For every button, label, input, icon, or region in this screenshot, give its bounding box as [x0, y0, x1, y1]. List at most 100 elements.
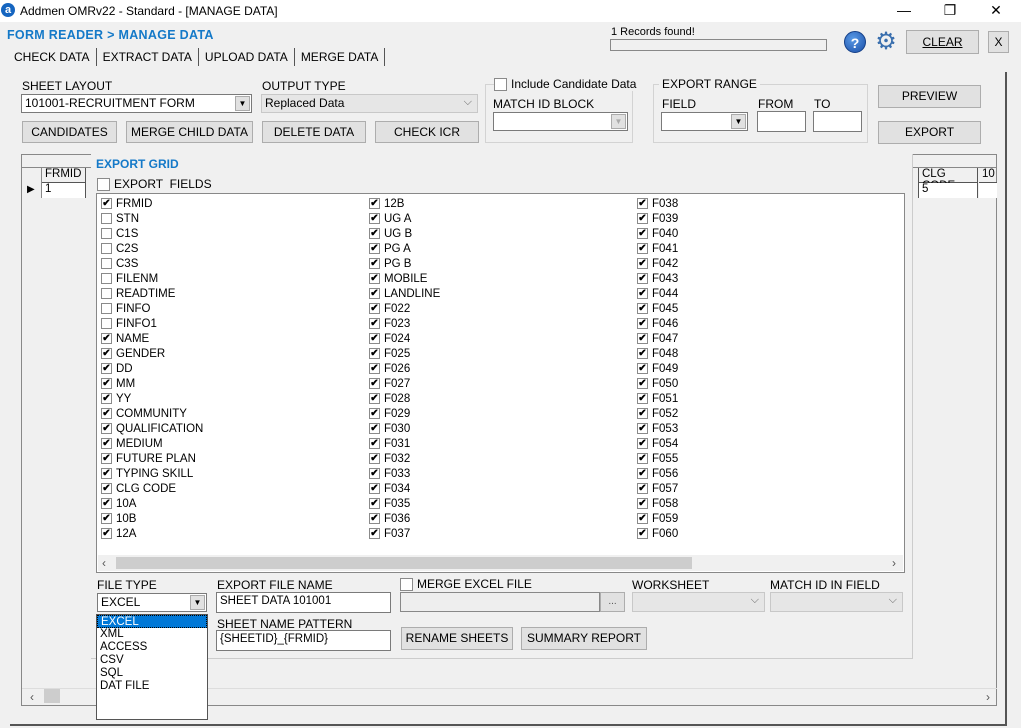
preview-button[interactable]: PREVIEW — [878, 85, 981, 108]
export-field-item[interactable]: ✔ F037 — [369, 526, 410, 541]
clear-button[interactable]: CLEAR — [906, 30, 979, 54]
field-list-scroll-thumb[interactable] — [116, 557, 692, 569]
export-field-item[interactable]: ✔ PG A — [369, 241, 411, 256]
grid-col-clg-code[interactable]: CLG CODE — [918, 168, 978, 192]
export-field-item[interactable]: ✔ COMMUNITY — [101, 406, 187, 421]
file-type-option[interactable]: DAT FILE — [97, 680, 207, 693]
sheet-layout-select[interactable]: 101001-RECRUITMENT FORM ▼ — [21, 94, 252, 113]
export-field-item[interactable]: ✔ F024 — [369, 331, 410, 346]
export-field-item[interactable]: ✔ F046 — [637, 316, 678, 331]
export-field-item[interactable]: ✔ F036 — [369, 511, 410, 526]
export-button[interactable]: EXPORT — [878, 121, 981, 144]
check-icr-button[interactable]: CHECK ICR — [375, 121, 479, 143]
grid-col-10[interactable]: 10 — [979, 168, 997, 183]
grid-cell-frmid[interactable]: 1 — [42, 183, 86, 198]
export-field-item[interactable]: ✔ F030 — [369, 421, 410, 436]
export-field-item[interactable]: ✔ F023 — [369, 316, 410, 331]
export-field-item[interactable]: ✔ 12A — [101, 526, 136, 541]
export-field-item[interactable]: ✔ F044 — [637, 286, 678, 301]
scroll-left-icon[interactable]: ‹ — [102, 556, 106, 570]
export-field-item[interactable]: ✔ F058 — [637, 496, 678, 511]
export-field-item[interactable]: ✔ MEDIUM — [101, 436, 163, 451]
browse-button[interactable]: ... — [600, 592, 625, 612]
export-field-item[interactable]: ✔ UG A — [369, 211, 411, 226]
export-field-item[interactable]: ✔ F027 — [369, 376, 410, 391]
tab-merge-data[interactable]: MERGE DATA — [295, 48, 386, 66]
restore-button[interactable]: ❐ — [927, 0, 973, 22]
export-field-item[interactable]: ✔ F056 — [637, 466, 678, 481]
export-field-item[interactable]: ✔ F048 — [637, 346, 678, 361]
scroll-right-icon[interactable]: › — [892, 556, 896, 570]
export-field-list[interactable]: ✔ FRMID STN C1S C2S C3S FILENM READTIME FINFO FIN… — [96, 193, 905, 573]
export-field-item[interactable]: ✔ 10B — [101, 511, 136, 526]
export-field-item[interactable]: ✔ CLG CODE — [101, 481, 176, 496]
range-field-select[interactable]: ▼ — [661, 112, 748, 131]
export-field-item[interactable]: ✔ F059 — [637, 511, 678, 526]
export-field-item[interactable]: ✔ F051 — [637, 391, 678, 406]
output-type-select[interactable]: Replaced Data ⌵ — [261, 94, 478, 113]
export-field-item[interactable]: C1S — [101, 226, 138, 241]
export-field-item[interactable]: ✔ F039 — [637, 211, 678, 226]
export-field-item[interactable]: ✔ F057 — [637, 481, 678, 496]
minimize-button[interactable]: — — [881, 0, 927, 22]
export-field-item[interactable]: ✔ F060 — [637, 526, 678, 541]
export-field-item[interactable]: ✔ F050 — [637, 376, 678, 391]
match-id-block-select[interactable]: ▼ — [493, 112, 628, 131]
export-field-item[interactable]: ✔ F045 — [637, 301, 678, 316]
file-type-option[interactable]: EXCEL — [97, 615, 207, 628]
export-field-item[interactable]: ✔ FUTURE PLAN — [101, 451, 196, 466]
merge-excel-checkbox[interactable]: MERGE EXCEL FILE — [400, 577, 532, 591]
range-from-input[interactable] — [757, 111, 806, 132]
export-field-item[interactable]: ✔ F034 — [369, 481, 410, 496]
export-field-item[interactable]: ✔ MOBILE — [369, 271, 427, 286]
export-field-item[interactable]: ✔ F038 — [637, 196, 678, 211]
export-field-item[interactable]: ✔ F026 — [369, 361, 410, 376]
scroll-right-icon[interactable]: › — [986, 690, 990, 704]
file-type-option[interactable]: ACCESS — [97, 641, 207, 654]
export-file-name-input[interactable]: SHEET DATA 101001 — [216, 592, 391, 613]
rename-sheets-button[interactable]: RENAME SHEETS — [401, 627, 513, 650]
export-field-item[interactable]: STN — [101, 211, 139, 226]
export-field-item[interactable]: ✔ F040 — [637, 226, 678, 241]
close-panel-button[interactable]: X — [988, 31, 1009, 53]
export-field-item[interactable]: ✔ FRMID — [101, 196, 152, 211]
export-field-item[interactable]: ✔ NAME — [101, 331, 149, 346]
sheet-name-pattern-input[interactable]: {SHEETID}_{FRMID} — [216, 630, 391, 651]
export-field-item[interactable]: ✔ F031 — [369, 436, 410, 451]
export-field-item[interactable]: ✔ GENDER — [101, 346, 165, 361]
export-field-item[interactable]: ✔ TYPING SKILL — [101, 466, 193, 481]
export-field-item[interactable]: ✔ MM — [101, 376, 135, 391]
export-field-item[interactable]: ✔ QUALIFICATION — [101, 421, 203, 436]
include-candidate-checkbox[interactable]: Include Candidate Data — [494, 77, 640, 91]
file-type-option[interactable]: SQL — [97, 667, 207, 680]
export-field-item[interactable]: ✔ F035 — [369, 496, 410, 511]
match-id-field-select[interactable]: ⌵ — [770, 592, 903, 612]
export-field-item[interactable]: ✔ F033 — [369, 466, 410, 481]
export-field-item[interactable]: FINFO1 — [101, 316, 157, 331]
export-fields-checkbox[interactable]: EXPORT FIELDS — [97, 177, 212, 191]
export-field-item[interactable]: FILENM — [101, 271, 158, 286]
grid-col-frmid[interactable]: FRMID — [42, 168, 86, 183]
grid-cell-10[interactable] — [979, 183, 997, 198]
export-field-item[interactable]: ✔ UG B — [369, 226, 412, 241]
grid-scroll-thumb[interactable] — [44, 689, 60, 703]
file-type-option[interactable]: CSV — [97, 654, 207, 667]
export-field-item[interactable]: ✔ PG B — [369, 256, 411, 271]
export-field-item[interactable]: ✔ F041 — [637, 241, 678, 256]
range-to-input[interactable] — [813, 111, 862, 132]
gear-icon[interactable]: ⚙ — [873, 29, 899, 55]
export-field-item[interactable]: ✔ F049 — [637, 361, 678, 376]
candidates-button[interactable]: CANDIDATES — [22, 121, 117, 143]
file-type-select[interactable]: EXCEL ▼ — [97, 593, 207, 612]
export-field-item[interactable]: ✔ F047 — [637, 331, 678, 346]
export-field-item[interactable]: ✔ F055 — [637, 451, 678, 466]
export-field-item[interactable]: ✔ F025 — [369, 346, 410, 361]
file-type-option[interactable]: XML — [97, 628, 207, 641]
tab-extract-data[interactable]: EXTRACT DATA — [96, 48, 199, 66]
export-field-item[interactable]: ✔ 12B — [369, 196, 404, 211]
merge-excel-path-input[interactable] — [400, 592, 600, 612]
tab-check-data[interactable]: CHECK DATA — [8, 48, 97, 66]
export-field-item[interactable]: C2S — [101, 241, 138, 256]
grid-cell-clg-code[interactable]: 5 — [918, 183, 978, 198]
worksheet-select[interactable]: ⌵ — [632, 592, 765, 612]
